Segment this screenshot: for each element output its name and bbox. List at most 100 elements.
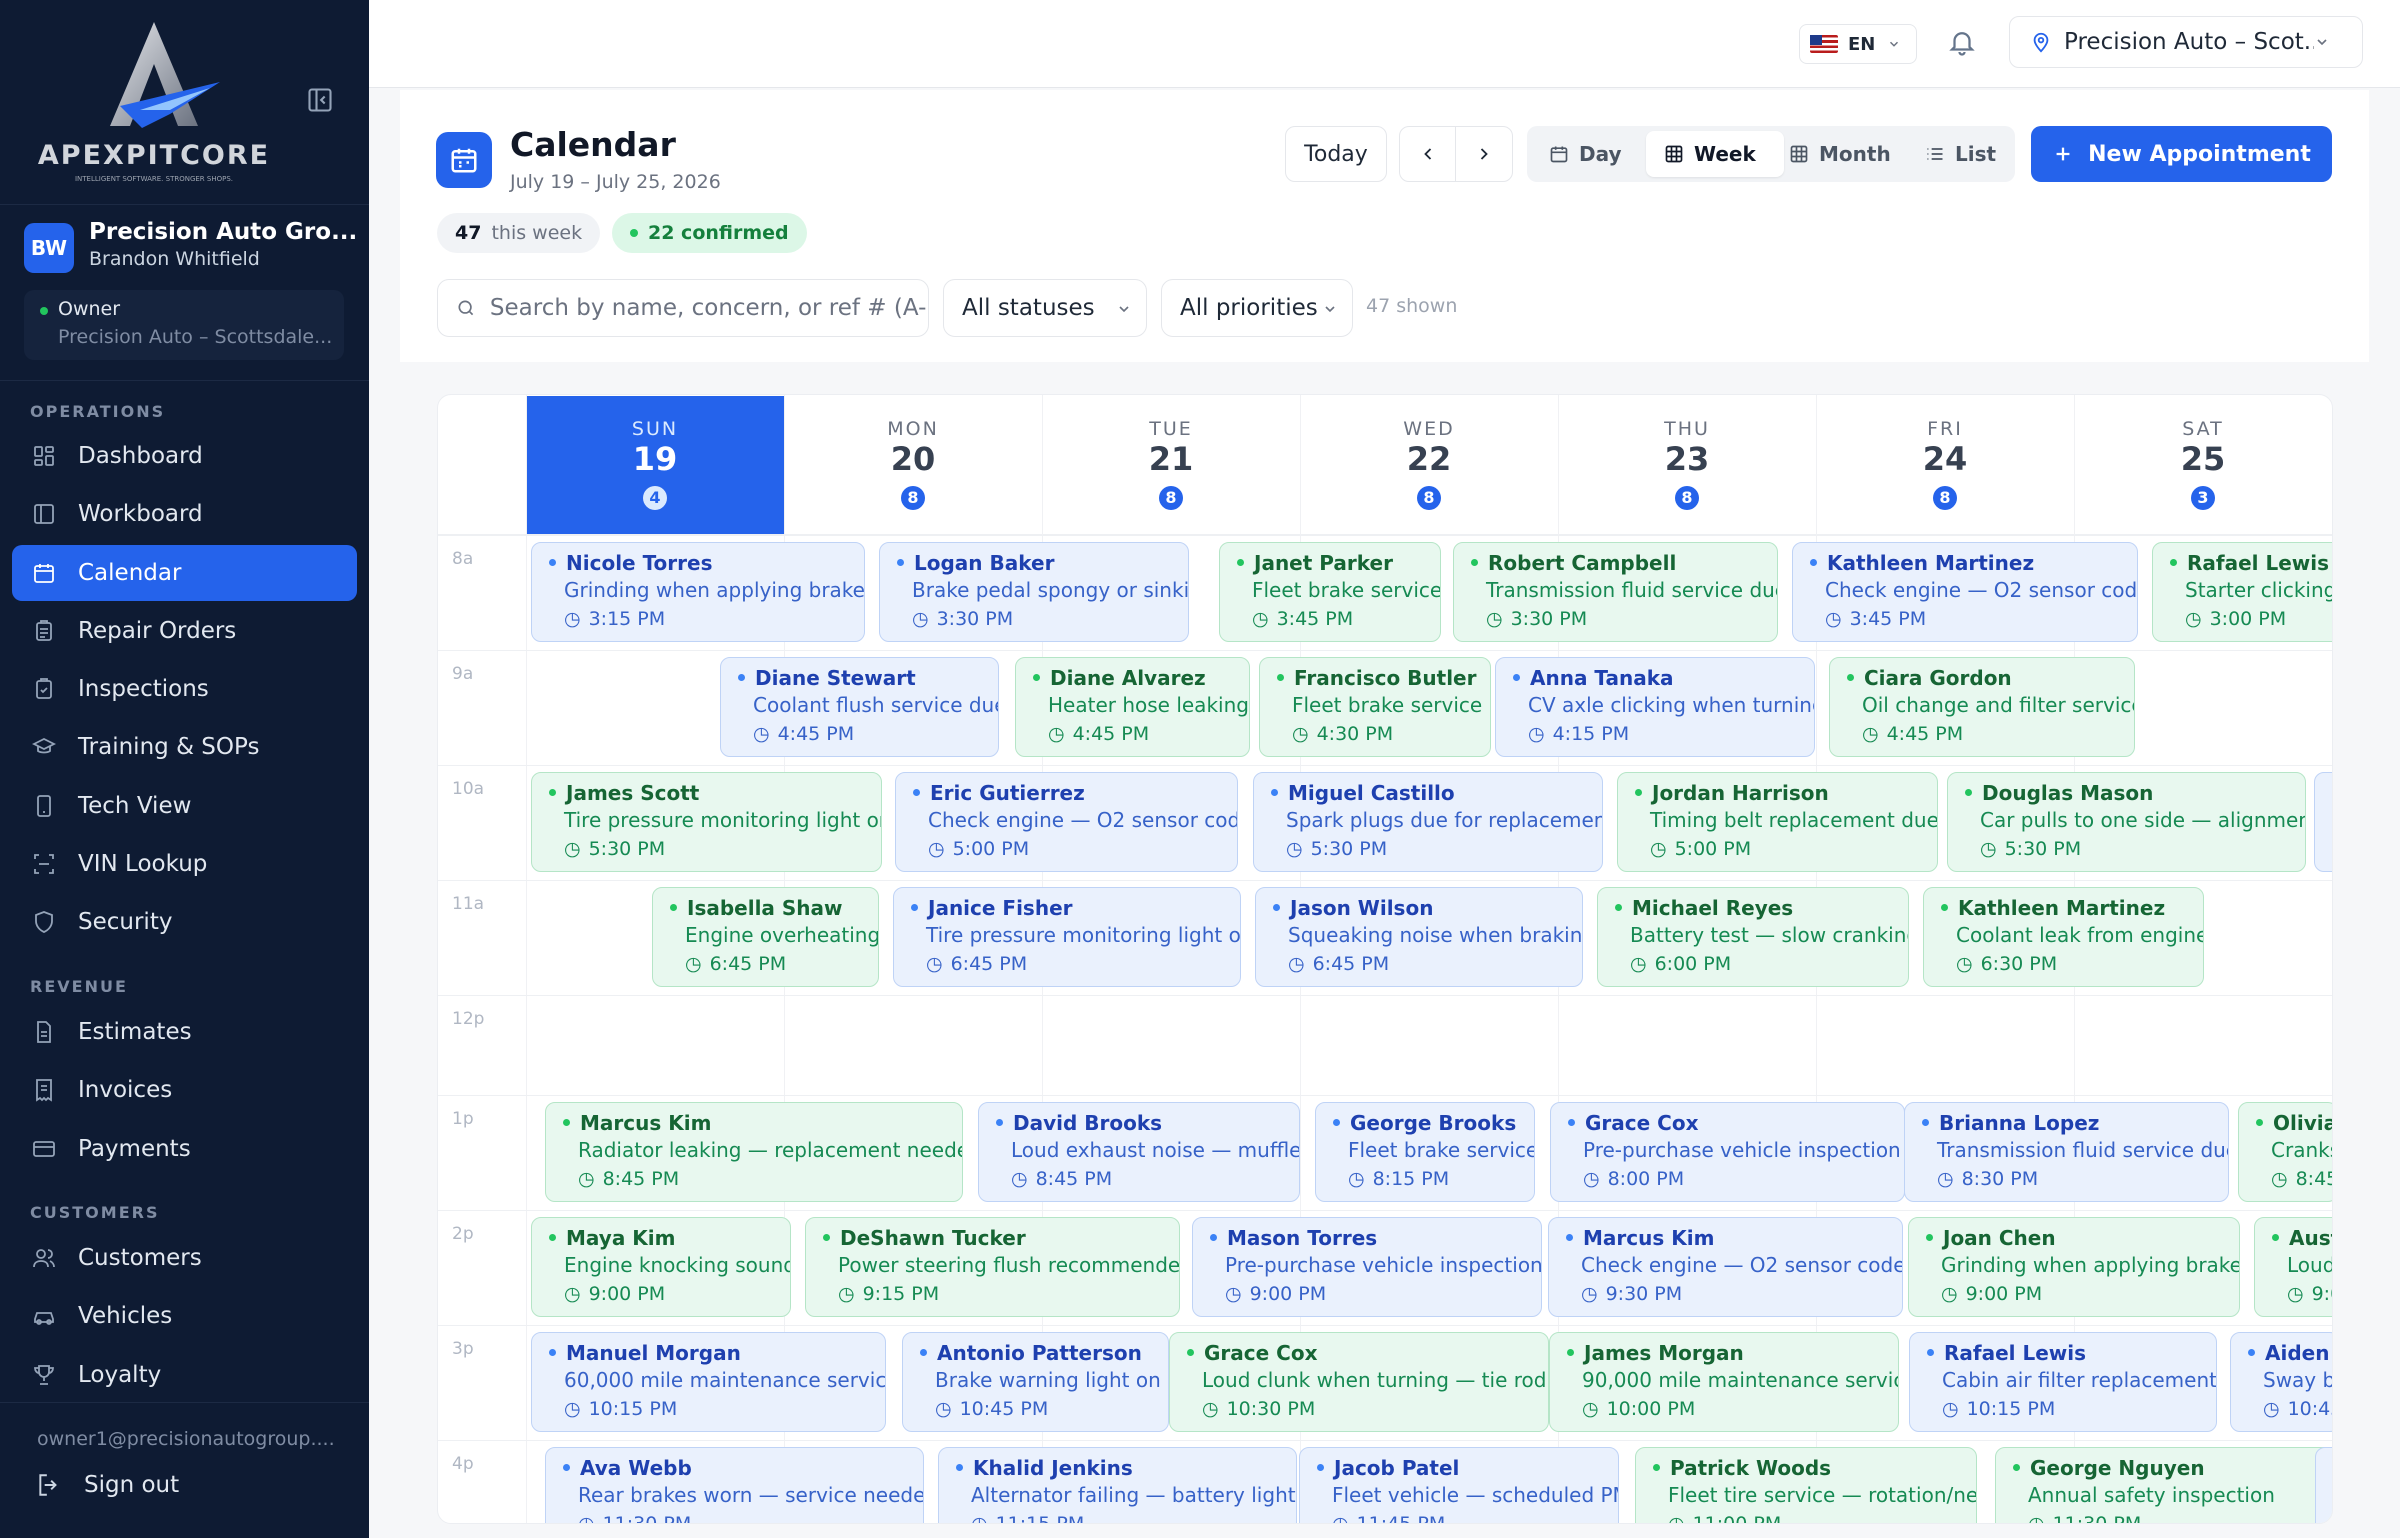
day-header-thu[interactable]: THU 23 8 — [1558, 396, 1816, 534]
appointment-card[interactable]: Michael Reyes Battery test — slow crankin… — [1597, 887, 1909, 987]
view-week-button[interactable]: Week — [1646, 131, 1784, 177]
today-button[interactable]: Today — [1285, 126, 1387, 182]
appointment-card[interactable]: Kathleen Martinez Check engine — O2 senso… — [1792, 542, 2138, 642]
sidebar-item-estimates[interactable]: Estimates — [12, 1004, 357, 1060]
appointment-card[interactable]: George Nguyen Annual safety inspection 11:… — [1995, 1447, 2332, 1523]
appointment-card[interactable]: Rafael Lewis Cabin air filter replacement… — [1909, 1332, 2217, 1432]
appointment-card[interactable]: Kathleen Martinez Coolant leak from engin… — [1923, 887, 2204, 987]
appointment-card[interactable]: DeShawn Tucker Power steering flush recom… — [805, 1217, 1180, 1317]
appointment-card[interactable] — [2314, 772, 2332, 872]
appointment-card[interactable]: Janice Fisher Tire pressure monitoring li… — [893, 887, 1241, 987]
appointment-customer: Maya Kim — [549, 1226, 675, 1250]
collapse-sidebar-icon[interactable] — [306, 86, 334, 114]
view-day-button[interactable]: Day — [1549, 131, 1622, 177]
appointment-card[interactable]: Jordan Harrison Timing belt replacement d… — [1617, 772, 1938, 872]
appointment-card[interactable]: Aust Loud 9:0 — [2254, 1217, 2332, 1317]
appointment-card[interactable]: Ava Webb Rear brakes worn — service neede… — [545, 1447, 924, 1523]
bell-icon[interactable] — [1947, 27, 1977, 57]
priority-filter[interactable]: All priorities — [1161, 279, 1353, 337]
appointment-card[interactable]: Eric Gutierrez Check engine — O2 sensor c… — [895, 772, 1238, 872]
sidebar-item-invoices[interactable]: Invoices — [12, 1062, 357, 1118]
appointment-concern: Annual safety inspection — [2028, 1483, 2275, 1507]
appointment-card[interactable]: Isabella Shaw Engine overheating 6:45 PM — [652, 887, 879, 987]
org-switcher[interactable]: BW Precision Auto Gro... Brandon Whitfie… — [24, 219, 357, 279]
day-header-wed[interactable]: WED 22 8 — [1300, 396, 1558, 534]
sidebar-item-vin-lookup[interactable]: VIN Lookup — [12, 836, 357, 892]
appointment-card[interactable]: Miguel Castillo Spark plugs due for repla… — [1253, 772, 1603, 872]
appointment-card[interactable]: Anna Tanaka CV axle clicking when turning… — [1495, 657, 1815, 757]
appointment-card[interactable]: Marcus Kim Check engine — O2 sensor code 9… — [1548, 1217, 1903, 1317]
hour-label: 11a — [452, 894, 485, 914]
appointment-customer: Diane Stewart — [738, 666, 916, 690]
appointment-card[interactable]: Douglas Mason Car pulls to one side — ali… — [1947, 772, 2306, 872]
sidebar-item-tech-view[interactable]: Tech View — [12, 778, 357, 834]
sidebar-item-calendar[interactable]: Calendar — [12, 545, 357, 601]
appointment-card[interactable]: Patrick Woods Fleet tire service — rotati… — [1635, 1447, 1977, 1523]
sidebar-item-workboard[interactable]: Workboard — [12, 486, 357, 542]
sidebar-item-security[interactable]: Security — [12, 894, 357, 950]
section-revenue: REVENUE — [30, 977, 128, 996]
appointment-card[interactable]: Robert Campbell Transmission fluid servic… — [1453, 542, 1778, 642]
day-header-mon[interactable]: MON 20 8 — [784, 396, 1042, 534]
appointment-card[interactable]: Janet Parker Fleet brake service 3:45 PM — [1219, 542, 1441, 642]
appointment-card[interactable]: Khalid Jenkins Alternator failing — batte… — [938, 1447, 1297, 1523]
appointment-card[interactable]: Olivia Cranks 8:45 — [2238, 1102, 2332, 1202]
appointment-card[interactable]: Logan Baker Brake pedal spongy or sinking… — [879, 542, 1189, 642]
appointment-card[interactable]: Francisco Butler Fleet brake service 4:30 … — [1259, 657, 1491, 757]
view-month-button[interactable]: Month — [1789, 131, 1891, 177]
day-header-tue[interactable]: TUE 21 8 — [1042, 396, 1300, 534]
day-of-week: THU — [1664, 418, 1710, 440]
appointment-card[interactable]: Aiden I Sway ba 10:45 — [2230, 1332, 2332, 1432]
appointment-card[interactable]: Brianna Lopez Transmission fluid service … — [1904, 1102, 2229, 1202]
appointment-card[interactable]: Nicole Torres Grinding when applying brak… — [531, 542, 865, 642]
appointment-card[interactable]: James Scott Tire pressure monitoring ligh… — [531, 772, 882, 872]
day-header-fri[interactable]: FRI 24 8 — [1816, 396, 2074, 534]
appointment-card[interactable]: Manuel Morgan 60,000 mile maintenance ser… — [531, 1332, 886, 1432]
search-input[interactable] — [489, 295, 928, 321]
new-appointment-button[interactable]: New Appointment — [2031, 126, 2332, 182]
language-selector[interactable]: EN — [1799, 24, 1917, 64]
appointment-card[interactable]: Marcus Kim Radiator leaking — replacement… — [545, 1102, 963, 1202]
sidebar-item-loyalty[interactable]: Loyalty — [12, 1347, 357, 1403]
appointment-concern: Rear brakes worn — service needed — [578, 1483, 924, 1507]
sidebar-item-customers[interactable]: Customers — [12, 1230, 357, 1286]
sign-out-button[interactable]: Sign out — [36, 1472, 179, 1498]
day-header-sat[interactable]: SAT 25 3 — [2074, 396, 2332, 534]
appointment-card[interactable]: Maya Kim Engine knocking sound 9:00 PM — [531, 1217, 791, 1317]
appointment-card[interactable]: Rafael Lewis Starter clicking — no crank 3… — [2152, 542, 2332, 642]
appointment-card[interactable]: David Brooks Loud exhaust noise — muffler… — [978, 1102, 1300, 1202]
sidebar-item-training[interactable]: Training & SOPs — [12, 719, 357, 775]
day-header-sun[interactable]: SUN 19 4 — [526, 396, 784, 534]
role-location: Precision Auto – Scottsdale... — [58, 326, 333, 348]
appointment-card[interactable]: Joan Chen Grinding when applying brakes 9:… — [1908, 1217, 2240, 1317]
sidebar-item-payments[interactable]: Payments — [12, 1121, 357, 1177]
appointment-time: 6:45 PM — [685, 953, 787, 975]
sidebar-item-dashboard[interactable]: Dashboard — [12, 428, 357, 484]
language-code: EN — [1848, 33, 1876, 55]
appointment-time: 11:00 PM — [1668, 1513, 1782, 1523]
appointment-card[interactable]: Jacob Patel Fleet vehicle — scheduled PM 1… — [1299, 1447, 1619, 1523]
sidebar-item-repair-orders[interactable]: Repair Orders — [12, 603, 357, 659]
appointment-card[interactable]: Diane Stewart Coolant flush service due 4:… — [720, 657, 999, 757]
appointment-card[interactable]: George Brooks Fleet brake service 8:15 PM — [1315, 1102, 1535, 1202]
appointment-customer: Anna Tanaka — [1513, 666, 1674, 690]
sidebar-item-vehicles[interactable]: Vehicles — [12, 1288, 357, 1344]
hour-label: 9a — [452, 664, 474, 684]
location-selector[interactable]: Precision Auto – Scot... — [2009, 16, 2363, 68]
appointment-customer: Mason Torres — [1210, 1226, 1377, 1250]
previous-week-button[interactable] — [1400, 127, 1457, 181]
appointment-card[interactable]: Antonio Patterson Brake warning light on 1… — [902, 1332, 1169, 1432]
appointment-card[interactable]: James Morgan 90,000 mile maintenance serv… — [1549, 1332, 1899, 1432]
appointment-card[interactable]: Al30 — [2315, 1447, 2332, 1523]
appointment-card[interactable]: Grace Cox Loud clunk when turning — tie r… — [1169, 1332, 1549, 1432]
appointment-card[interactable]: Jason Wilson Squeaking noise when braking… — [1255, 887, 1583, 987]
status-filter[interactable]: All statuses — [943, 279, 1147, 337]
search-box — [437, 279, 929, 337]
appointment-card[interactable]: Ciara Gordon Oil change and filter servic… — [1829, 657, 2135, 757]
view-list-button[interactable]: List — [1925, 131, 1996, 177]
sidebar-item-inspections[interactable]: Inspections — [12, 661, 357, 717]
appointment-card[interactable]: Mason Torres Pre-purchase vehicle inspect… — [1192, 1217, 1542, 1317]
next-week-button[interactable] — [1456, 127, 1512, 181]
appointment-card[interactable]: Grace Cox Pre-purchase vehicle inspection… — [1550, 1102, 1905, 1202]
appointment-card[interactable]: Diane Alvarez Heater hose leaking 4:45 PM — [1015, 657, 1250, 757]
